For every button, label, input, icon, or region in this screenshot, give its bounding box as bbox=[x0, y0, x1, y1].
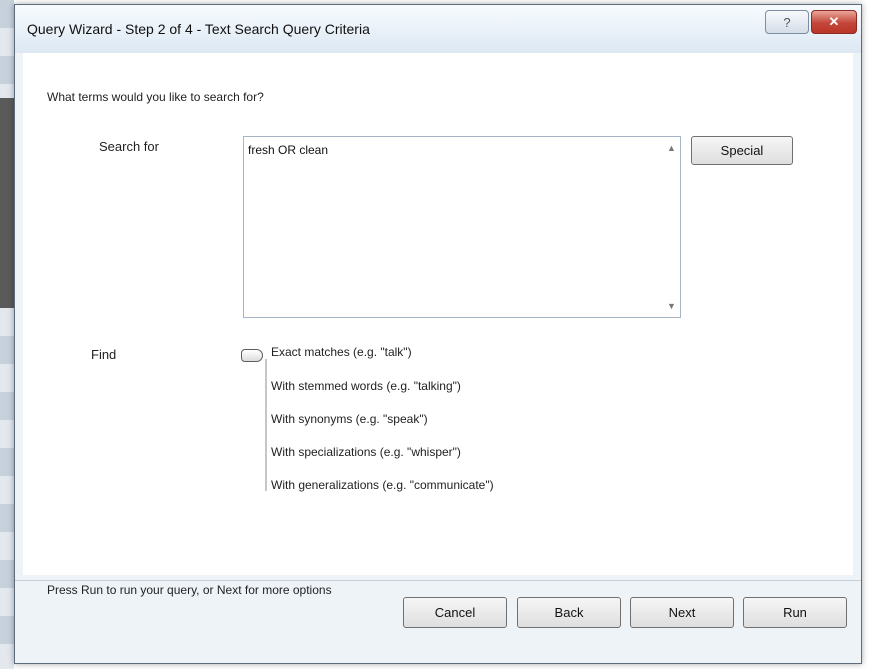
close-icon: ✕ bbox=[828, 14, 840, 29]
find-option-generalizations[interactable]: With generalizations (e.g. "communicate"… bbox=[271, 478, 494, 492]
search-prompt: What terms would you like to search for? bbox=[47, 90, 264, 104]
back-button[interactable]: Back bbox=[517, 597, 621, 628]
run-button[interactable]: Run bbox=[743, 597, 847, 628]
special-button[interactable]: Special bbox=[691, 136, 793, 165]
status-text: Press Run to run your query, or Next for… bbox=[47, 583, 332, 597]
window-title: Query Wizard - Step 2 of 4 - Text Search… bbox=[27, 21, 370, 37]
background-window-scrollbar bbox=[0, 98, 14, 308]
background-window-edge bbox=[0, 0, 14, 669]
search-terms-value: fresh OR clean bbox=[248, 143, 329, 157]
close-button[interactable]: ✕ bbox=[811, 10, 857, 34]
footer-divider bbox=[15, 580, 861, 581]
scroll-up-arrow-icon[interactable]: ▲ bbox=[667, 143, 676, 153]
find-slider-thumb[interactable] bbox=[241, 349, 263, 362]
find-option-exact[interactable]: Exact matches (e.g. "talk") bbox=[271, 345, 412, 359]
find-option-stemmed[interactable]: With stemmed words (e.g. "talking") bbox=[271, 379, 461, 393]
help-button[interactable]: ? bbox=[765, 10, 809, 34]
textarea-scrollbar[interactable]: ▲ ▼ bbox=[664, 137, 680, 317]
find-option-synonyms[interactable]: With synonyms (e.g. "speak") bbox=[271, 412, 428, 426]
scroll-down-arrow-icon[interactable]: ▼ bbox=[667, 301, 676, 311]
next-button[interactable]: Next bbox=[630, 597, 734, 628]
search-terms-textarea[interactable]: fresh OR clean ▲ ▼ bbox=[243, 136, 681, 318]
title-bar[interactable]: Query Wizard - Step 2 of 4 - Text Search… bbox=[15, 5, 861, 53]
cancel-button[interactable]: Cancel bbox=[403, 597, 507, 628]
find-option-specializations[interactable]: With specializations (e.g. "whisper") bbox=[271, 445, 461, 459]
query-wizard-dialog: Query Wizard - Step 2 of 4 - Text Search… bbox=[14, 4, 862, 664]
find-label: Find bbox=[91, 347, 117, 362]
help-icon: ? bbox=[783, 14, 791, 30]
search-for-label: Search for bbox=[99, 139, 159, 154]
find-slider-track[interactable] bbox=[265, 359, 267, 491]
dialog-content: What terms would you like to search for?… bbox=[23, 53, 853, 597]
